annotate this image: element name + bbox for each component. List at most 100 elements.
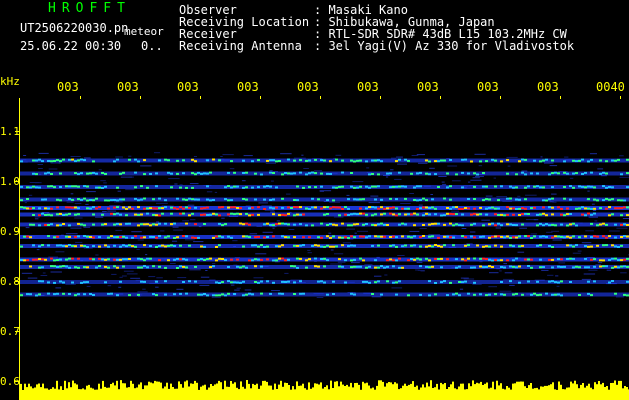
signal-speckle [287,212,290,215]
noise-level-bar [82,388,84,400]
signal-speckle [515,186,518,189]
signal-speckle [521,158,524,161]
signal-speckle [53,160,56,162]
signal-speckle [461,208,464,210]
signal-speckle [593,265,596,268]
signal-speckle [194,206,197,209]
noise-level-bar [520,381,522,400]
signal-speckle [113,258,116,261]
signal-speckle [227,266,230,268]
signal-speckle [350,172,353,174]
noise-level-bar [486,382,488,400]
signal-speckle [524,158,527,161]
noise-speck [474,153,486,155]
signal-speckle [467,292,470,295]
signal-speckle [347,198,350,201]
signal-speckle [200,245,203,248]
signal-speckle [293,214,296,217]
noise-speck [244,289,252,291]
signal-speckle [296,185,299,188]
signal-speckle [407,213,410,216]
signal-speckle [74,235,77,238]
noise-level-bar [362,381,364,400]
signal-speckle [83,293,86,296]
signal-speckle [602,235,605,238]
signal-speckle [326,213,329,215]
noise-level-bar [280,380,282,400]
signal-speckle [425,206,428,209]
signal-speckle [287,206,290,209]
signal-speckle [284,214,287,217]
noise-level-bar [304,388,306,400]
signal-speckle [125,222,128,225]
signal-speckle [161,207,164,210]
signal-speckle [335,158,338,161]
signal-speckle [203,213,206,216]
signal-speckle [206,258,209,261]
noise-speck [429,167,435,169]
signal-speckle [26,186,29,189]
signal-speckle [476,213,479,216]
signal-speckle [158,259,161,262]
signal-speckle [143,265,146,268]
noise-speck [409,193,414,194]
signal-speckle [545,158,548,161]
noise-level-bar [614,380,616,400]
noise-speck [230,284,235,286]
signal-speckle [509,185,512,188]
noise-level-bar [22,390,24,400]
noise-level-bar [310,388,312,400]
signal-speckle [257,245,260,248]
signal-speckle [242,294,245,297]
noise-level-bar [536,387,538,400]
noise-level-bar [330,380,332,400]
noise-level-bar [154,380,156,400]
signal-speckle [149,207,152,210]
signal-speckle [467,172,470,175]
signal-speckle [218,235,221,238]
signal-speckle [365,223,368,225]
signal-speckle [245,293,248,296]
signal-speckle [539,266,542,269]
noise-level-bar [200,386,202,400]
signal-speckle [365,185,368,188]
noise-speck [418,204,423,206]
signal-speckle [605,265,608,268]
signal-speckle [497,199,500,202]
signal-speckle [47,185,50,188]
signal-speckle [350,266,353,269]
signal-speckle [263,223,266,226]
noise-level-bar [254,384,256,400]
noise-level-bar [278,384,280,400]
noise-level-bar [512,383,514,400]
signal-speckle [47,160,50,162]
signal-speckle [311,224,314,227]
signal-speckle [605,207,608,210]
noise-speck [597,168,604,170]
signal-speckle [230,160,233,163]
signal-speckle [266,159,269,162]
signal-speckle [227,199,230,202]
signal-speckle [620,207,623,210]
signal-speckle [119,280,122,283]
signal-speckle [548,206,551,209]
signal-speckle [212,212,215,215]
signal-speckle [602,185,605,188]
signal-speckle [242,186,245,189]
noise-speck [330,249,334,251]
signal-speckle [47,235,50,238]
signal-speckle [335,224,338,227]
signal-speckle [296,266,299,269]
signal-speckle [77,235,80,238]
signal-speckle [329,245,332,248]
noise-speck [549,165,558,167]
signal-speckle [449,281,452,284]
signal-speckle [317,280,320,283]
noise-level-bar [430,380,432,400]
signal-speckle [341,185,344,188]
noise-level-bar [208,387,210,400]
signal-speckle [392,244,395,247]
noise-level-bar [62,390,64,400]
noise-level-bar [626,387,628,400]
signal-speckle [86,185,89,188]
